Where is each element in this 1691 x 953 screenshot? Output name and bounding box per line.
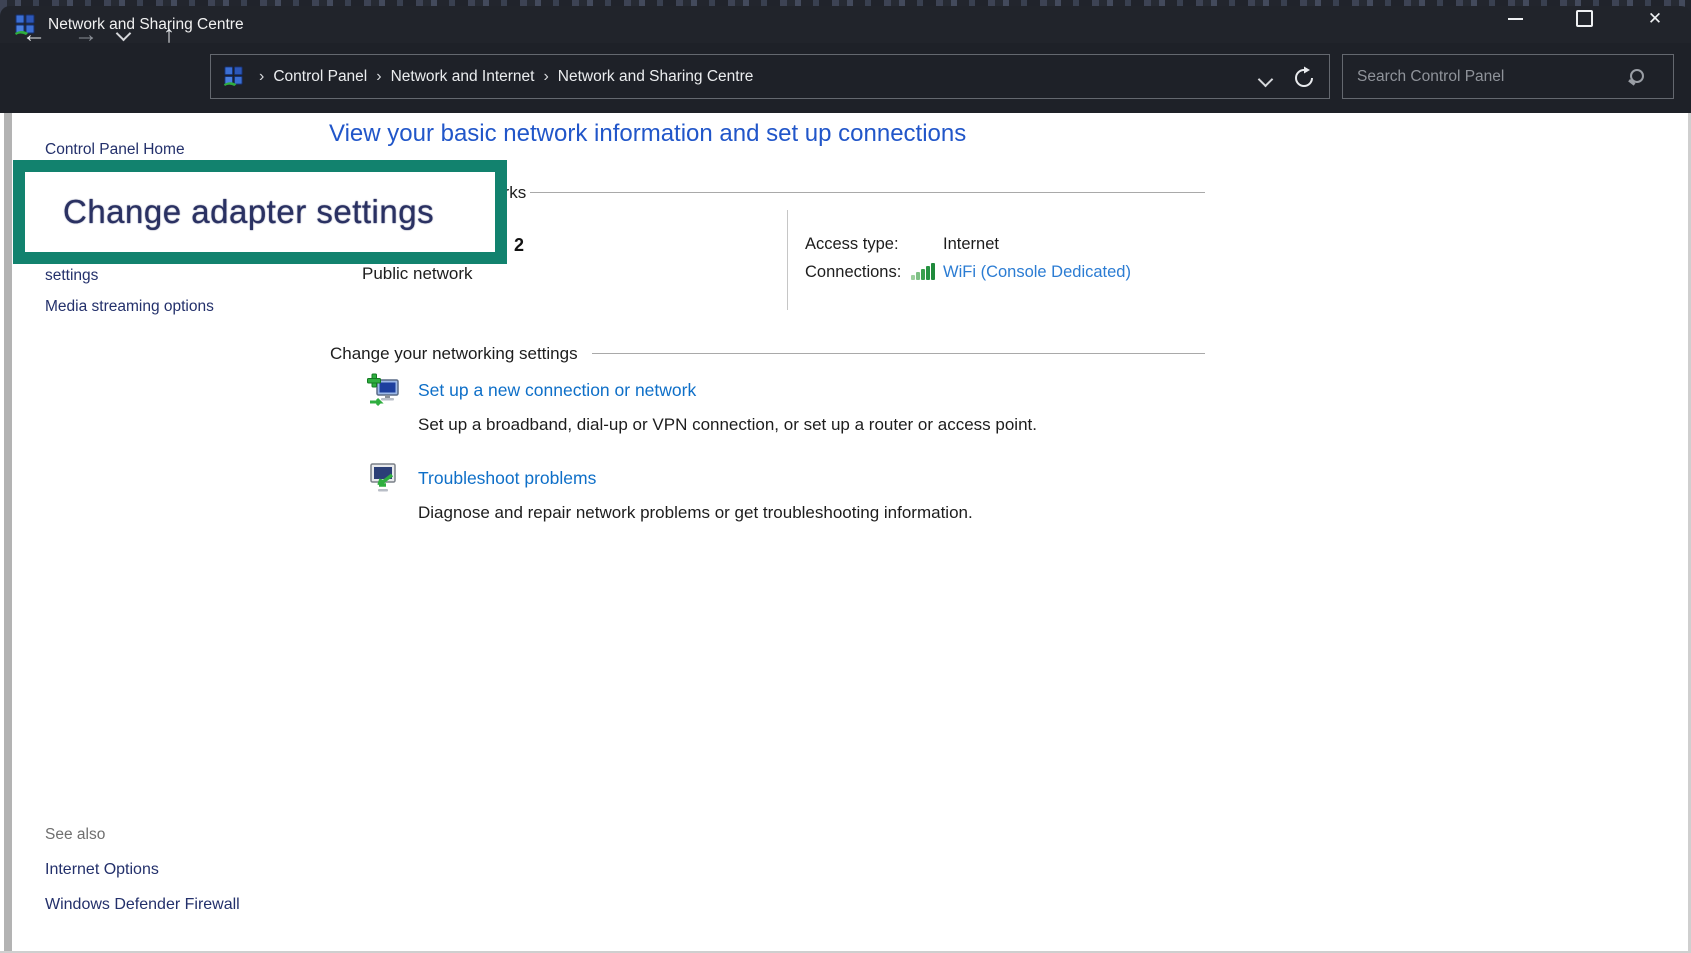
setup-new-connection-description: Set up a broadband, dial-up or VPN conne…: [418, 415, 1037, 435]
troubleshoot-problems-description: Diagnose and repair network problems or …: [418, 503, 973, 523]
troubleshoot-problems-link[interactable]: Troubleshoot problems: [418, 468, 596, 489]
address-dropdown-chevron-icon[interactable]: [1258, 72, 1274, 88]
breadcrumb-separator: ›: [543, 69, 548, 85]
network-icon: [223, 66, 244, 87]
network-name: 2: [514, 235, 524, 256]
wifi-signal-icon: [911, 262, 939, 280]
sidebar-item-advanced-sharing-settings-fragment[interactable]: settings: [45, 267, 98, 285]
change-adapter-settings-label[interactable]: Change adapter settings: [63, 193, 434, 231]
setup-new-connection-link[interactable]: Set up a new connection or network: [418, 380, 696, 401]
network-details-divider: [787, 210, 788, 310]
callout-inner: Change adapter settings: [25, 172, 495, 252]
forward-button[interactable]: →: [74, 23, 98, 47]
wifi-connection-link[interactable]: WiFi (Console Dedicated): [943, 263, 1131, 282]
breadcrumb-network-and-internet[interactable]: Network and Internet: [391, 68, 535, 86]
sidebar-item-control-panel-home[interactable]: Control Panel Home: [45, 141, 185, 159]
sidebar-item-windows-defender-firewall[interactable]: Windows Defender Firewall: [45, 896, 240, 914]
window-left-edge: [4, 113, 12, 953]
search-input[interactable]: [1343, 55, 1673, 98]
troubleshoot-icon: [366, 461, 400, 495]
search-icon[interactable]: [1629, 68, 1647, 86]
address-bar[interactable]: › Control Panel › Network and Internet ›…: [210, 54, 1330, 99]
back-button[interactable]: ←: [22, 23, 46, 47]
breadcrumb-network-sharing-centre[interactable]: Network and Sharing Centre: [558, 68, 754, 86]
sidebar-item-media-streaming-options[interactable]: Media streaming options: [45, 298, 214, 316]
section-divider: [592, 353, 1205, 354]
up-button[interactable]: ↑: [163, 23, 175, 47]
change-adapter-settings-callout[interactable]: Change adapter settings: [13, 160, 507, 264]
access-type-value: Internet: [943, 235, 999, 254]
networking-settings-section-title: Change your networking settings: [330, 344, 578, 364]
search-box: [1342, 54, 1674, 99]
sidebar-item-internet-options[interactable]: Internet Options: [45, 861, 159, 879]
see-also-header: See also: [45, 826, 105, 844]
close-button[interactable]: ✕: [1632, 0, 1678, 37]
minimize-button[interactable]: [1492, 0, 1538, 37]
breadcrumb-control-panel[interactable]: Control Panel: [273, 68, 367, 86]
maximize-icon: [1576, 10, 1593, 27]
maximize-button[interactable]: [1561, 0, 1607, 37]
access-type-label: Access type:: [805, 235, 899, 254]
page-title: View your basic network information and …: [329, 120, 966, 148]
new-connection-icon: [364, 372, 402, 410]
network-type-label: Public network: [362, 264, 473, 284]
section-divider: [530, 192, 1205, 193]
breadcrumb: › Control Panel › Network and Internet ›…: [250, 68, 753, 86]
title-bar: Network and Sharing Centre: [0, 6, 1691, 43]
connections-label: Connections:: [805, 263, 901, 282]
breadcrumb-separator: ›: [376, 69, 381, 85]
refresh-icon[interactable]: [1291, 65, 1317, 91]
close-icon: ✕: [1648, 10, 1662, 27]
breadcrumb-separator: ›: [259, 69, 264, 85]
minimize-icon: [1508, 18, 1523, 20]
